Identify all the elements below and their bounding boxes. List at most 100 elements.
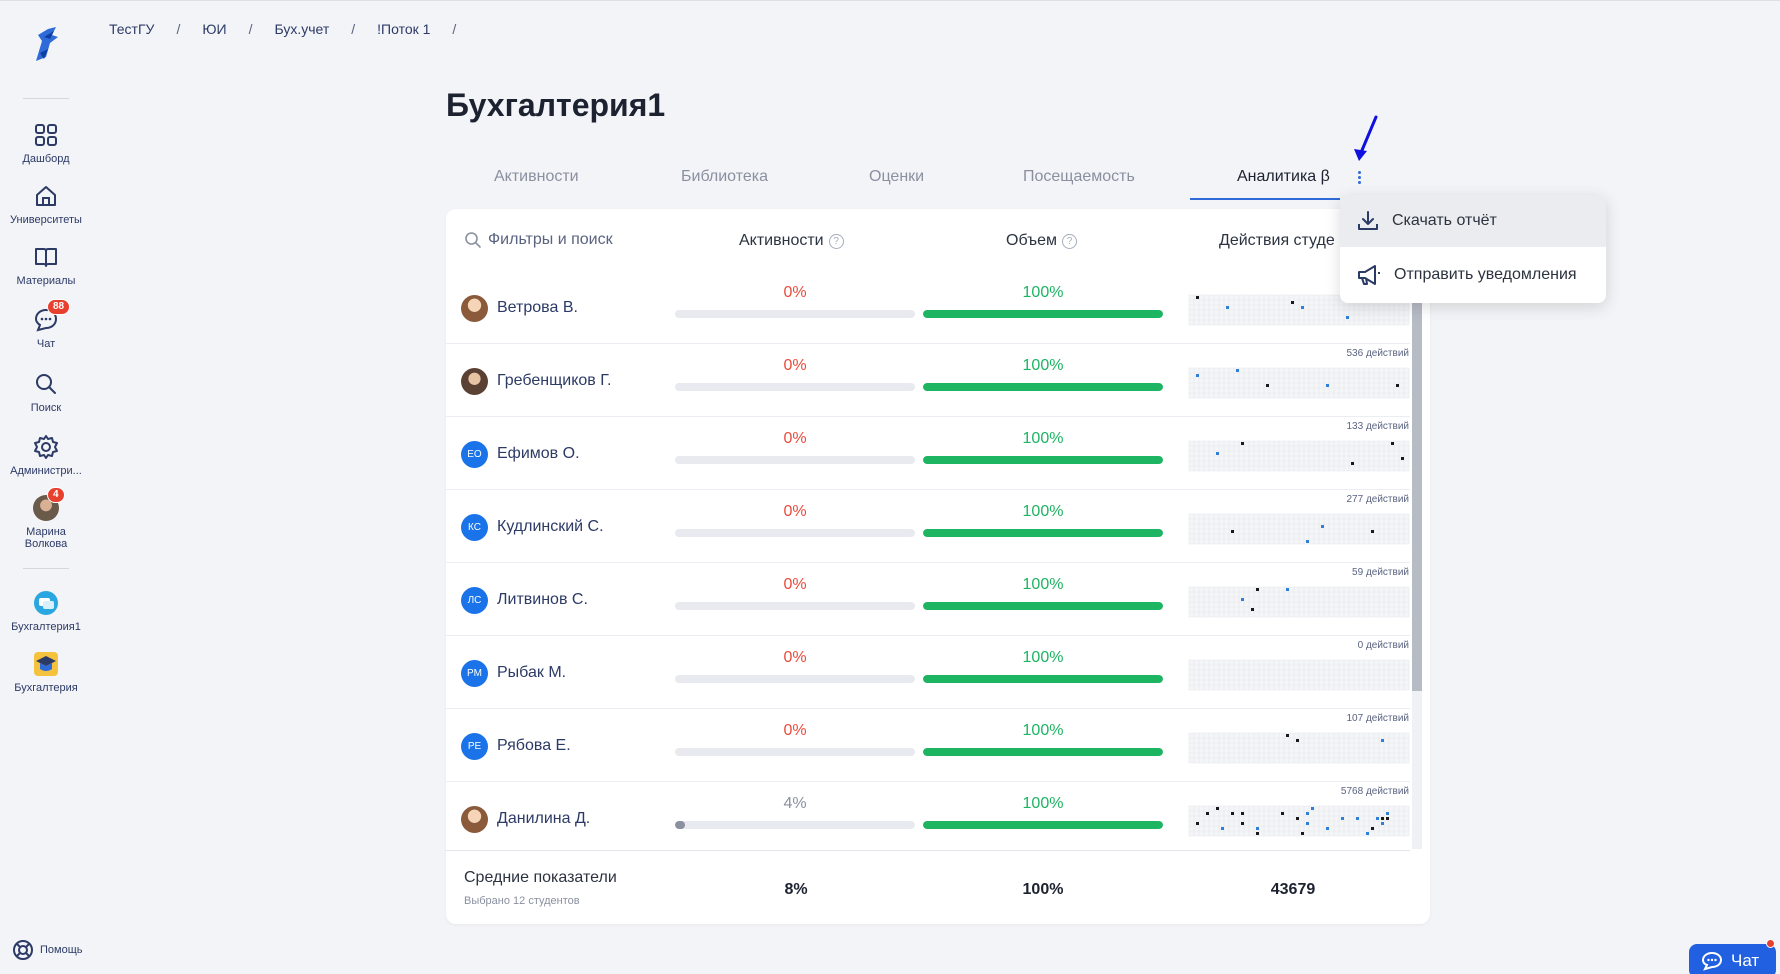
table-row[interactable]: ЕО Ефимов О. 0% 100% 133 действий xyxy=(446,417,1410,490)
sidebar-item-chat[interactable]: 88 Чат xyxy=(0,299,92,350)
avatar xyxy=(461,368,488,395)
sidebar: Дашборд Университеты Материалы 88 Чат По… xyxy=(0,1,92,974)
table-row[interactable]: КС Кудлинский С. 0% 100% 277 действий xyxy=(446,490,1410,563)
course-graduation-icon xyxy=(34,652,58,676)
search-placeholder: Фильтры и поиск xyxy=(488,231,613,248)
sidebar-item-label: Бухгалтерия1 xyxy=(11,621,81,633)
send-notifications-item[interactable]: Отправить уведомления xyxy=(1340,249,1606,301)
activity-percent: 0% xyxy=(783,357,807,374)
actions-count: 5768 действий xyxy=(1340,786,1409,797)
volume-percent: 100% xyxy=(1022,284,1064,301)
lifebuoy-icon xyxy=(13,940,33,960)
table-row[interactable]: РМ Рыбак М. 0% 100% 0 действий xyxy=(446,636,1410,709)
activity-progress-bar xyxy=(675,821,915,829)
tab-library[interactable]: Библиотека xyxy=(681,168,768,186)
help-link[interactable]: Помощь xyxy=(12,939,83,961)
column-actions[interactable]: Действия студе xyxy=(1219,232,1335,250)
volume-progress-fill xyxy=(923,529,1163,537)
tab-grades[interactable]: Оценки xyxy=(869,168,924,186)
table-row[interactable]: Гребенщиков Г. 0% 100% 536 действий xyxy=(446,344,1410,417)
student-name[interactable]: Ветрова В. xyxy=(497,299,578,317)
download-report-item[interactable]: Скачать отчёт xyxy=(1340,195,1606,247)
sidebar-course-buh1[interactable]: Бухгалтерия1 xyxy=(0,590,92,633)
grid-icon xyxy=(35,124,57,146)
student-name[interactable]: Кудлинский С. xyxy=(497,518,604,536)
tab-analytics[interactable]: Аналитика β xyxy=(1237,168,1330,186)
sidebar-course-buh[interactable]: Бухгалтерия xyxy=(0,651,92,694)
sidebar-item-dashboard[interactable]: Дашборд xyxy=(0,122,92,165)
volume-percent: 100% xyxy=(1022,649,1064,666)
avatar: ЛС xyxy=(461,587,488,614)
breadcrumb: ТестГУ / ЮИ / Бух.учет / !Поток 1/ xyxy=(109,21,457,37)
activity-progress-bar xyxy=(675,310,915,318)
sidebar-item-label: Бухгалтерия xyxy=(14,682,78,694)
summary-title: Средние показатели xyxy=(464,869,617,886)
activity-progress-fill xyxy=(675,821,685,829)
actions-count: 0 действий xyxy=(1357,640,1409,651)
student-name[interactable]: Гребенщиков Г. xyxy=(497,372,611,390)
megaphone-icon xyxy=(1358,265,1380,285)
tab-activities[interactable]: Активности xyxy=(494,168,579,186)
activity-heatmap xyxy=(1181,654,1410,694)
volume-progress-bar xyxy=(923,456,1163,464)
sidebar-item-search[interactable]: Поиск xyxy=(0,371,92,414)
filter-search[interactable]: Фильтры и поиск xyxy=(464,231,613,249)
table-row[interactable]: ЛС Литвинов С. 0% 100% 59 действий xyxy=(446,563,1410,636)
activity-progress-bar xyxy=(675,675,915,683)
student-name[interactable]: Литвинов С. xyxy=(497,591,588,609)
table-row[interactable]: Данилина Д. 4% 100% 5768 действий xyxy=(446,782,1410,849)
activity-percent: 0% xyxy=(783,503,807,520)
sidebar-item-profile[interactable]: 4 Марина Волкова xyxy=(0,487,92,550)
more-options-icon[interactable] xyxy=(1355,171,1363,189)
volume-progress-bar xyxy=(923,602,1163,610)
arrow-annotation-icon xyxy=(1354,115,1378,161)
breadcrumb-item[interactable]: !Поток 1 xyxy=(377,21,430,37)
tab-attendance[interactable]: Посещаемость xyxy=(1023,168,1135,186)
actions-count: 277 действий xyxy=(1346,494,1409,505)
column-label: Объем xyxy=(1006,232,1057,249)
column-activities[interactable]: Активности ? xyxy=(739,232,844,250)
activity-progress-bar xyxy=(675,602,915,610)
sidebar-item-universities[interactable]: Университеты xyxy=(0,183,92,226)
summary-subtitle: Выбрано 12 студентов xyxy=(464,895,580,907)
breadcrumb-item[interactable]: Бух.учет xyxy=(274,21,329,37)
breadcrumb-item[interactable]: ЮИ xyxy=(202,21,226,37)
help-circle-icon[interactable]: ? xyxy=(828,233,844,249)
volume-progress-fill xyxy=(923,310,1163,318)
volume-percent: 100% xyxy=(1022,795,1064,812)
gear-icon xyxy=(34,435,58,459)
student-name[interactable]: Рыбак М. xyxy=(497,664,566,682)
summary-actions: 43679 xyxy=(1270,881,1316,898)
chat-button-label: Чат xyxy=(1731,951,1760,970)
avatar xyxy=(461,806,488,833)
actions-count: 59 действий xyxy=(1352,567,1409,578)
search-icon xyxy=(465,232,481,248)
sidebar-item-label: Университеты xyxy=(10,214,82,226)
activity-heatmap xyxy=(1181,800,1410,840)
avatar: РМ xyxy=(461,660,488,687)
volume-progress-fill xyxy=(923,456,1163,464)
help-circle-icon[interactable]: ? xyxy=(1061,233,1077,249)
breadcrumb-item[interactable]: ТестГУ xyxy=(109,21,154,37)
table-row[interactable]: РЕ Рябова Е. 0% 100% 107 действий xyxy=(446,709,1410,782)
column-volume[interactable]: Объем ? xyxy=(1006,232,1077,250)
student-rows: Ветрова В. 0% 100% Гребенщиков Г. 0% 100% 536 … xyxy=(446,271,1410,849)
activity-heatmap xyxy=(1181,727,1410,767)
sidebar-item-administration[interactable]: Администри... xyxy=(0,434,92,477)
activity-percent: 0% xyxy=(783,576,807,593)
activity-percent: 4% xyxy=(783,795,807,812)
student-name[interactable]: Данилина Д. xyxy=(497,810,590,828)
activity-progress-bar xyxy=(675,383,915,391)
summary-activity: 8% xyxy=(784,881,808,898)
volume-percent: 100% xyxy=(1022,357,1064,374)
table-row[interactable]: Ветрова В. 0% 100% xyxy=(446,271,1410,344)
chat-button[interactable]: Чат xyxy=(1689,944,1776,974)
actions-count: 536 действий xyxy=(1346,348,1409,359)
app-logo-icon[interactable] xyxy=(26,23,66,65)
sidebar-item-label: Марина Волкова xyxy=(24,526,68,550)
student-name[interactable]: Рябова Е. xyxy=(497,737,571,755)
active-tab-indicator xyxy=(1190,198,1340,200)
student-name[interactable]: Ефимов О. xyxy=(497,445,580,463)
scrollbar-thumb[interactable] xyxy=(1412,271,1422,691)
sidebar-item-materials[interactable]: Материалы xyxy=(0,244,92,287)
